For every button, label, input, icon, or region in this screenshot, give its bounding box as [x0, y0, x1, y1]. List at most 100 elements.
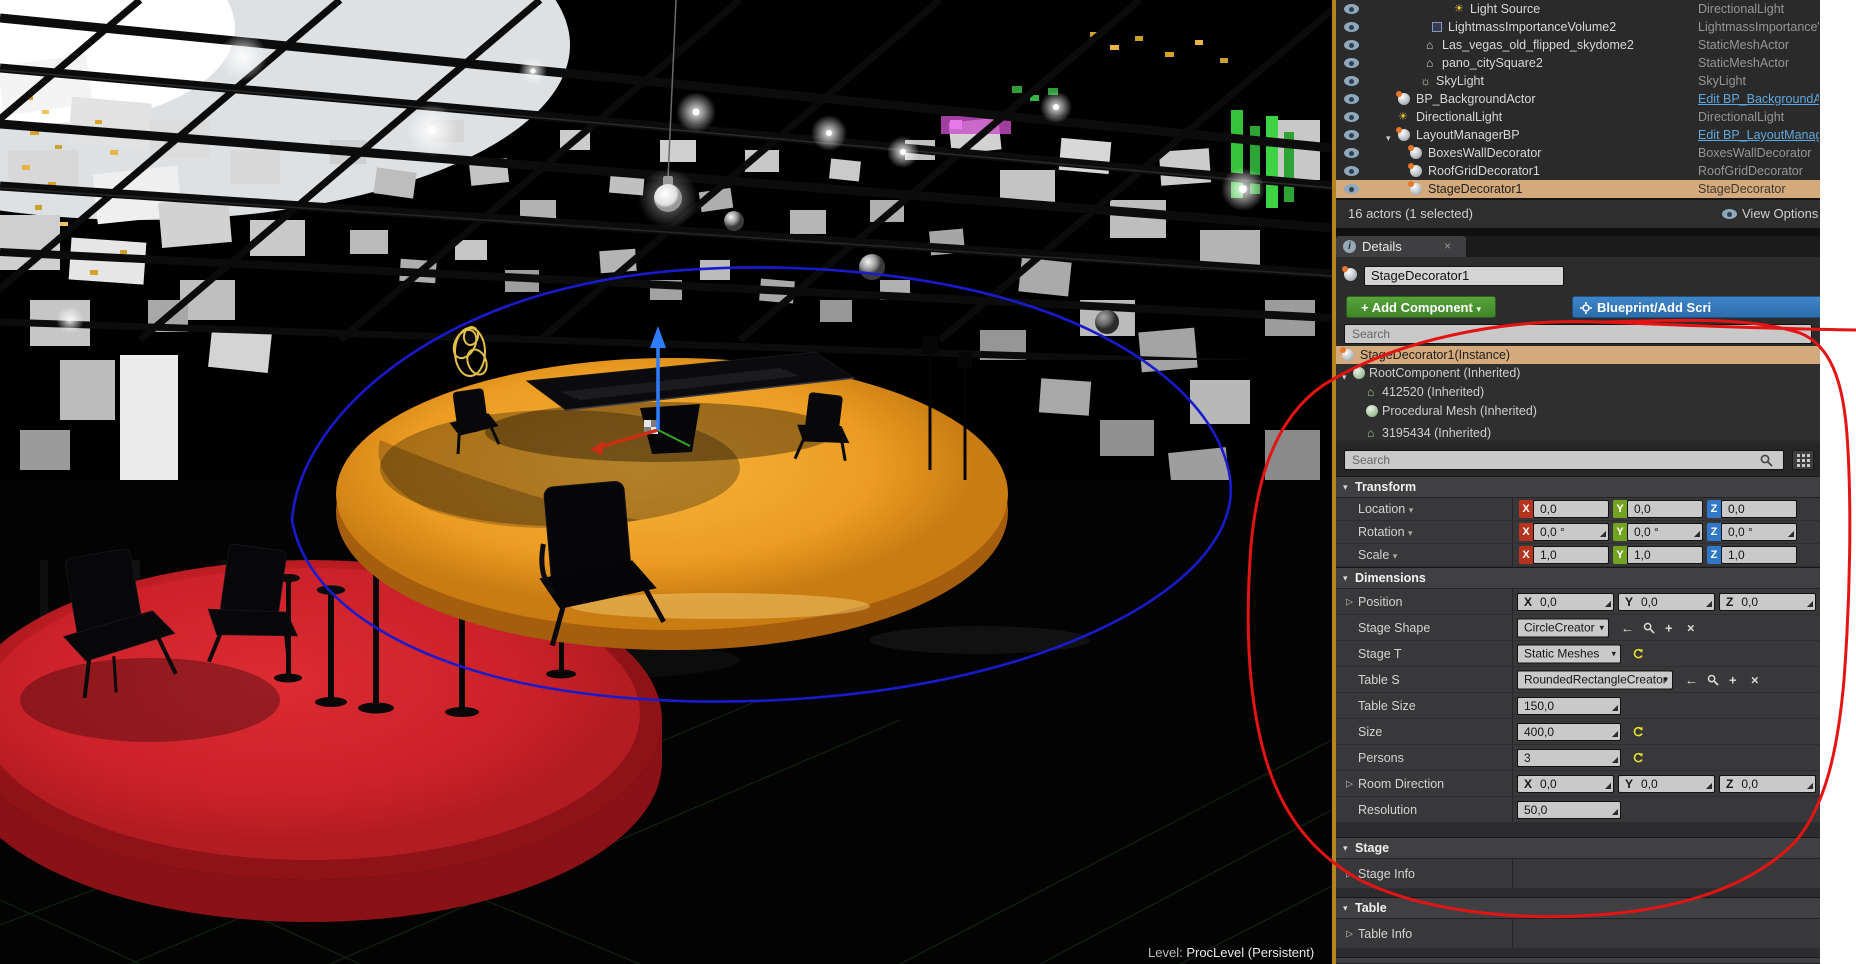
actor-name-field[interactable]: StageDecorator1	[1364, 266, 1564, 286]
procedural-mesh-icon	[1366, 405, 1378, 417]
persons-field[interactable]: 3◢	[1517, 749, 1621, 767]
gear-icon	[1580, 302, 1592, 314]
row-scale: Scale ▾ X1,0 Y1,0 Z1,0	[1336, 544, 1820, 567]
position-x-field[interactable]: X0,0◢	[1517, 593, 1614, 611]
outliner-row[interactable]: ▾LayoutManagerBPEdit BP_LayoutManag	[1336, 126, 1820, 144]
scale-x-field[interactable]: 1,0	[1533, 546, 1609, 564]
component-row[interactable]: ⌂412520 (Inherited)	[1336, 383, 1820, 402]
info-icon: i	[1343, 240, 1356, 253]
rotation-y-field[interactable]: 0,0 °◢	[1627, 523, 1703, 541]
outliner-row[interactable]: BoxesWallDecoratorBoxesWallDecorator	[1336, 144, 1820, 162]
visibility-eye-icon[interactable]	[1344, 130, 1359, 140]
section-dimensions[interactable]: ▾Dimensions	[1336, 567, 1820, 589]
component-row[interactable]: ▾RootComponent (Inherited)	[1336, 364, 1820, 383]
visibility-eye-icon[interactable]	[1344, 166, 1359, 176]
outliner-row[interactable]: ☀Light SourceDirectionalLight	[1336, 0, 1820, 18]
edit-blueprint-link[interactable]: Edit BP_LayoutManag	[1698, 126, 1819, 144]
edit-blueprint-link[interactable]: Edit BP_BackgroundA	[1698, 90, 1819, 108]
visibility-eye-icon[interactable]	[1344, 184, 1359, 194]
close-icon[interactable]: ×	[1444, 236, 1451, 257]
row-location: Location ▾ X0,0 Y0,0 Z0,0	[1336, 498, 1820, 521]
expand-arrow-icon[interactable]: ▷	[1346, 928, 1353, 939]
add-icon[interactable]: +	[1729, 672, 1737, 687]
outliner-row[interactable]: ☀DirectionalLightDirectionalLight	[1336, 108, 1820, 126]
details-tab-strip: i Details ×	[1336, 236, 1820, 257]
drag-corner-icon: ◢	[1600, 530, 1606, 538]
room-direction-y-field[interactable]: Y0,0◢	[1618, 775, 1715, 793]
viewport-3d-scene	[0, 0, 1332, 964]
visibility-eye-icon[interactable]	[1344, 4, 1359, 14]
visibility-eye-icon[interactable]	[1344, 148, 1359, 158]
chevron-down-icon: ▾	[1409, 505, 1414, 515]
reset-icon[interactable]	[1633, 752, 1644, 763]
section-table[interactable]: ▾Table	[1336, 897, 1820, 919]
component-row[interactable]: Procedural Mesh (Inherited)	[1336, 402, 1820, 421]
room-direction-z-field[interactable]: Z0,0◢	[1719, 775, 1816, 793]
table-size-field[interactable]: 150,0◢	[1517, 697, 1621, 715]
axis-y-tag: Y	[1613, 500, 1627, 518]
component-search-input[interactable]: Search	[1344, 324, 1812, 344]
visibility-eye-icon[interactable]	[1344, 76, 1359, 86]
section-transform[interactable]: ▾Transform	[1336, 476, 1820, 498]
display-options-button[interactable]	[1792, 450, 1814, 470]
outliner-row[interactable]: ⌂pano_citySquare2StaticMeshActor	[1336, 54, 1820, 72]
details-search-input[interactable]: Search	[1344, 450, 1784, 470]
instance-row-selected[interactable]: StageDecorator1(Instance)	[1336, 346, 1820, 364]
chevron-down-icon: ▾	[1393, 551, 1398, 561]
outliner-row[interactable]: LightmassImportanceVolume2LightmassImpor…	[1336, 18, 1820, 36]
visibility-eye-icon[interactable]	[1344, 112, 1359, 122]
outliner-row[interactable]: ☼SkyLightSkyLight	[1336, 72, 1820, 90]
outliner-row[interactable]: BP_BackgroundActorEdit BP_BackgroundA	[1336, 90, 1820, 108]
visibility-eye-icon[interactable]	[1344, 22, 1359, 32]
stage-t-dropdown[interactable]: Static Meshes▾	[1517, 644, 1621, 663]
search-icon	[1760, 454, 1773, 467]
expand-arrow-icon[interactable]: ▷	[1346, 778, 1353, 789]
visibility-eye-icon[interactable]	[1344, 40, 1359, 50]
blueprint-actor-icon	[1410, 165, 1422, 177]
rotation-z-field[interactable]: 0,0 °◢	[1721, 523, 1797, 541]
scale-z-field[interactable]: 1,0	[1721, 546, 1797, 564]
position-z-field[interactable]: Z0,0◢	[1719, 593, 1816, 611]
use-selected-arrow-icon[interactable]: ←	[1685, 672, 1698, 687]
editor-window: Level: ProcLevel (Persistent) ☀Light Sou…	[0, 0, 1856, 964]
drag-corner-icon: ◢	[1807, 782, 1813, 790]
room-direction-x-field[interactable]: X0,0◢	[1517, 775, 1614, 793]
component-tree: ▾RootComponent (Inherited) ⌂412520 (Inhe…	[1336, 364, 1820, 440]
table-s-dropdown[interactable]: RoundedRectangleCreator▾	[1517, 670, 1673, 689]
expand-arrow-icon[interactable]: ▷	[1346, 596, 1353, 607]
component-row[interactable]: ⌂3195434 (Inherited)	[1336, 424, 1820, 440]
reset-icon[interactable]	[1633, 726, 1644, 737]
clear-icon[interactable]: ×	[1751, 672, 1759, 687]
viewport-3d[interactable]: Level: ProcLevel (Persistent)	[0, 0, 1332, 964]
browse-icon[interactable]	[1643, 622, 1655, 634]
outliner-row[interactable]: ⌂Las_vegas_old_flipped_skydome2StaticMes…	[1336, 36, 1820, 54]
stage-shape-dropdown[interactable]: CircleCreator▾	[1517, 618, 1609, 637]
outliner-row-selected[interactable]: StageDecorator1StageDecorator	[1336, 180, 1820, 198]
expand-arrow-icon[interactable]: ▷	[1346, 868, 1353, 879]
axis-x-tag: X	[1519, 500, 1533, 518]
section-stage[interactable]: ▾Stage	[1336, 837, 1820, 859]
blueprint-add-script-button[interactable]: Blueprint/Add Scri	[1572, 296, 1820, 318]
scale-y-field[interactable]: 1,0	[1627, 546, 1703, 564]
add-icon[interactable]: +	[1665, 620, 1673, 635]
visibility-eye-icon[interactable]	[1344, 58, 1359, 68]
row-persons: Persons 3◢	[1336, 745, 1820, 771]
position-y-field[interactable]: Y0,0◢	[1618, 593, 1715, 611]
tab-details[interactable]: i Details ×	[1336, 236, 1466, 257]
location-y-field[interactable]: 0,0	[1627, 500, 1703, 518]
scene-component-icon	[1353, 367, 1365, 379]
clear-icon[interactable]: ×	[1687, 620, 1695, 635]
resolution-field[interactable]: 50,0◢	[1517, 801, 1621, 819]
location-x-field[interactable]: 0,0	[1533, 500, 1609, 518]
visibility-eye-icon[interactable]	[1344, 94, 1359, 104]
location-z-field[interactable]: 0,0	[1721, 500, 1797, 518]
rotation-x-field[interactable]: 0,0 °◢	[1533, 523, 1609, 541]
browse-icon[interactable]	[1707, 674, 1719, 686]
row-position: ▷ Position X0,0◢ Y0,0◢ Z0,0◢	[1336, 589, 1820, 615]
outliner-row[interactable]: RoofGridDecorator1RoofGridDecorator	[1336, 162, 1820, 180]
reset-icon[interactable]	[1633, 648, 1644, 659]
size-field[interactable]: 400,0◢	[1517, 723, 1621, 741]
view-options-button[interactable]: View Options	[1742, 200, 1818, 228]
use-selected-arrow-icon[interactable]: ←	[1621, 620, 1634, 635]
add-component-button[interactable]: + Add Component ▾	[1346, 296, 1496, 318]
